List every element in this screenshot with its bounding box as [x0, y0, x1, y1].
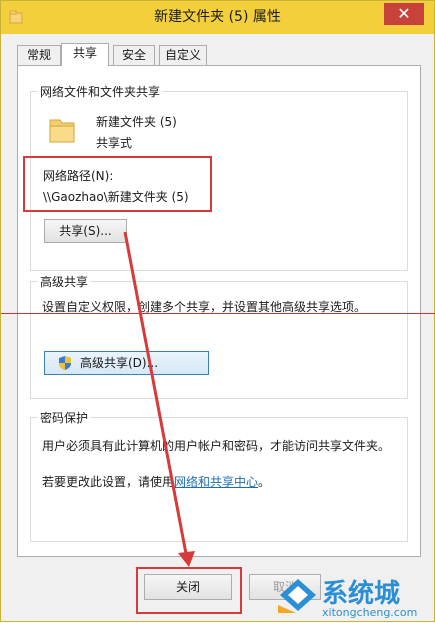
annotation-arrow — [123, 231, 195, 567]
properties-window: 新建文件夹 (5) 属性 ✕ 常规 共享 安全 自定义 网络文件和文件夹共享 新… — [0, 0, 435, 622]
watermark: 系统城 xitongcheng.com — [274, 571, 434, 621]
watermark-url: xitongcheng.com — [322, 606, 418, 619]
tab-sharing[interactable]: 共享 — [61, 43, 109, 66]
watermark-brand: 系统城 — [322, 579, 401, 609]
watermark-logo-icon — [278, 579, 316, 613]
